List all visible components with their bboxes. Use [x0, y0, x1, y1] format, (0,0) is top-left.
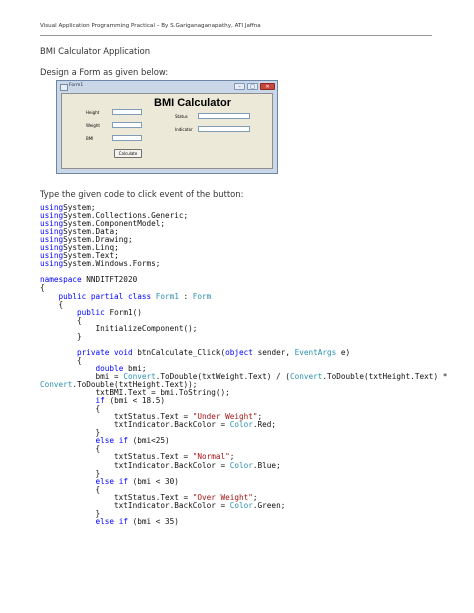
code-instruction: Type the given code to click event of th…	[40, 189, 244, 199]
close-icon: ✕	[260, 83, 275, 90]
code-line: private void btnCalculate_Click(object s…	[77, 347, 351, 357]
form-heading: BMI Calculator	[154, 97, 232, 109]
weight-textbox	[112, 122, 142, 128]
bmi-textbox	[112, 135, 142, 141]
indicator-textbox	[198, 126, 250, 132]
indicator-label: Indicator	[175, 127, 193, 132]
status-label: Status	[175, 114, 188, 119]
height-textbox	[112, 109, 142, 115]
window-titlebar: Form1 – □ ✕	[59, 82, 275, 92]
status-textbox	[198, 113, 250, 119]
bmi-label: BMI	[86, 136, 94, 141]
form-screenshot: Form1 – □ ✕ BMI Calculator Height Weight…	[56, 80, 278, 174]
header-rule	[40, 35, 432, 36]
minimize-icon: –	[234, 83, 245, 90]
page-header: Visual Application Programming Practical…	[40, 23, 261, 29]
code-line: public partial class Form1 : Form	[58, 291, 212, 301]
calculate-button: Calculate	[114, 149, 142, 158]
code-line: }	[40, 331, 82, 341]
maximize-icon: □	[247, 83, 258, 90]
code-line: namespace NNDITFT2020	[40, 275, 138, 285]
document-title: BMI Calculator Application	[40, 46, 151, 56]
form-icon	[60, 84, 68, 91]
code-line: else if (bmi < 35)	[95, 516, 179, 526]
design-instruction: Design a Form as given below:	[40, 67, 169, 77]
window-title: Form1	[69, 83, 84, 88]
code-listing: usingSystem; usingSystem.Collections.Gen…	[40, 203, 447, 526]
height-label: Height	[86, 110, 100, 115]
code-line: usingSystem.Windows.Forms;	[40, 259, 161, 269]
weight-label: Weight	[86, 123, 100, 128]
form-client-area: BMI Calculator Height Weight BMI Status …	[61, 93, 273, 169]
